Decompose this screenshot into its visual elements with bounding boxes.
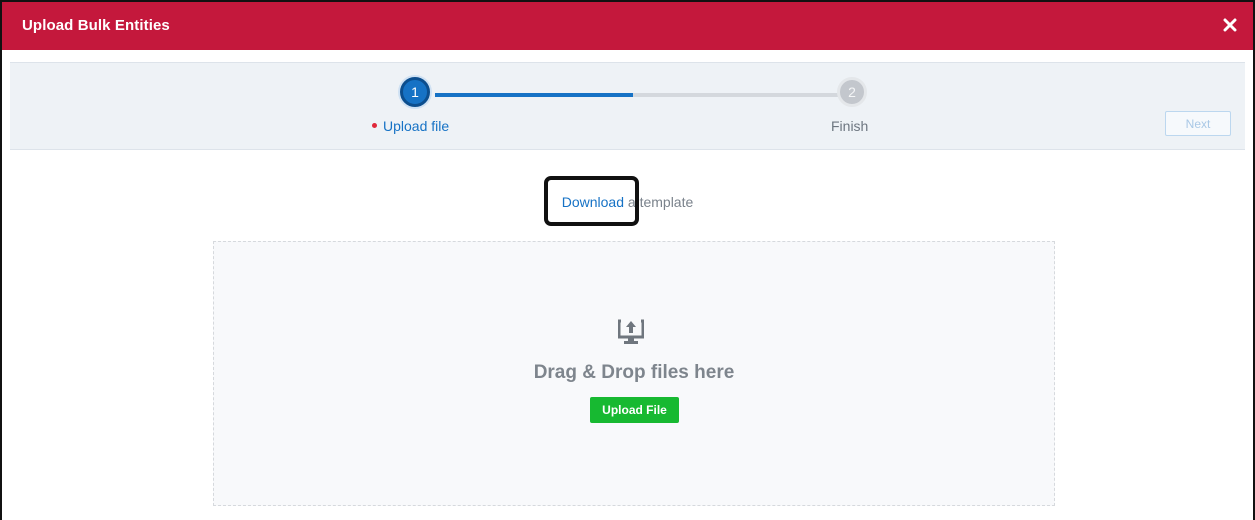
template-text: a template xyxy=(624,194,694,210)
step-2-indicator: 2 xyxy=(837,77,867,107)
next-button[interactable]: Next xyxy=(1165,111,1231,136)
download-template-link[interactable]: Download xyxy=(562,194,624,210)
upload-file-button[interactable]: Upload File xyxy=(590,397,679,423)
step-1-indicator: 1 xyxy=(400,77,430,107)
dialog-title: Upload Bulk Entities xyxy=(22,17,170,34)
step-1-number: 1 xyxy=(411,84,419,100)
dialog-header: Upload Bulk Entities xyxy=(2,2,1253,50)
step-2-number: 2 xyxy=(848,84,856,100)
upload-to-computer-icon xyxy=(618,319,644,344)
download-template-row: Download a template xyxy=(2,194,1253,210)
step-1-label-text: Upload file xyxy=(383,118,450,134)
file-dropzone[interactable]: Drag & Drop files here Upload File xyxy=(213,241,1055,506)
step-1-label: Upload file xyxy=(372,118,449,134)
stepper-progress-remaining xyxy=(633,93,838,97)
current-step-dot xyxy=(372,122,377,128)
drag-drop-heading: Drag & Drop files here xyxy=(533,362,735,383)
upload-bulk-entities-dialog: Upload Bulk Entities 1 2 Upload file Fin… xyxy=(0,0,1255,520)
step-2-label: Finish xyxy=(831,118,869,134)
close-icon[interactable] xyxy=(1217,12,1243,38)
stepper: 1 2 Upload file Finish Next xyxy=(10,62,1245,150)
stepper-progress-filled xyxy=(435,93,633,97)
